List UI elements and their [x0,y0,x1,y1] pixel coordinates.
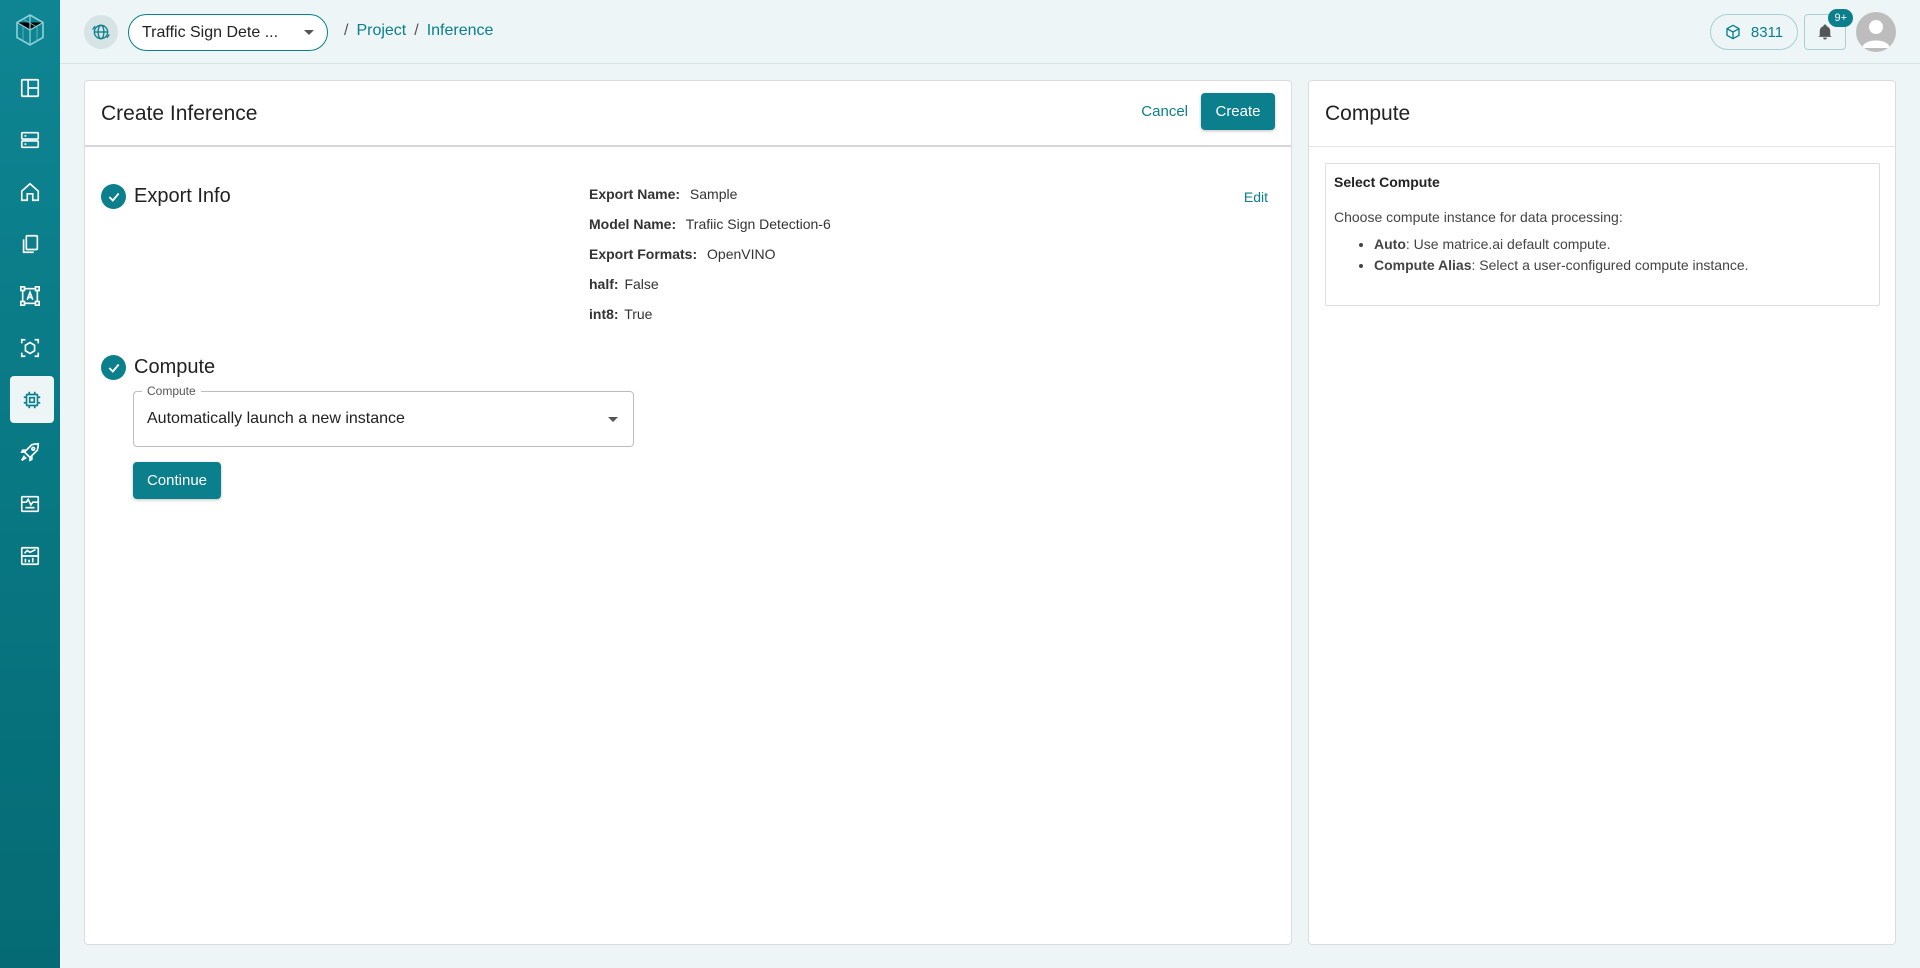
help-list: Auto: Use matrice.ai default compute. Co… [1374,236,1871,273]
sidebar-item-storage[interactable] [8,116,52,163]
chevron-down-icon [608,417,618,422]
breadcrumb-separator: / [414,22,419,39]
export-formats-row: Export Formats: OpenVINO [589,246,831,276]
page-title: Create Inference [101,102,258,125]
credits-count: 8311 [1750,23,1784,41]
export-info-title: Export Info [134,185,231,207]
rocket-icon [20,442,40,462]
check-circle-icon [101,355,126,380]
compute-select[interactable]: Compute Automatically launch a new insta… [133,384,634,447]
chip-icon [23,391,41,408]
model-name-row: Model Name: Trafiic Sign Detection-6 [589,216,831,246]
sidebar-item-files[interactable] [8,220,52,267]
int8-row: int8: True [589,306,831,336]
half-value: False [624,276,659,292]
sidebar-item-analytics[interactable] [8,532,52,579]
cube-icon [1726,24,1740,40]
model-name-label: Model Name: [589,216,677,232]
help-term: Auto [1374,236,1406,252]
files-icon [22,234,39,253]
list-item: Auto: Use matrice.ai default compute. [1374,236,1871,252]
export-formats-value: OpenVINO [707,246,776,262]
help-text: : Select a user-configured compute insta… [1471,257,1749,273]
project-select[interactable]: Traffic Sign Dete ... [128,14,328,51]
half-label: half: [589,276,619,292]
credits-button[interactable]: 8311 [1710,14,1798,50]
sidebar-item-home[interactable] [8,168,52,215]
app-logo-icon[interactable] [14,14,46,46]
sidebar-item-models[interactable] [8,324,52,371]
dashboard-icon [20,78,40,97]
project-globe-icon[interactable] [84,15,118,49]
cancel-button[interactable]: Cancel [1141,103,1188,120]
analytics-icon [20,546,40,565]
avatar[interactable] [1856,12,1896,52]
compute-step: Compute [101,355,215,380]
help-text: : Use matrice.ai default compute. [1405,236,1611,252]
monitor-icon [20,495,40,512]
help-box: Select Compute Choose compute instance f… [1325,163,1880,306]
edit-export-link[interactable]: Edit [1244,189,1268,205]
export-formats-label: Export Formats: [589,246,698,262]
compute-field-label: Compute [142,384,201,398]
sidebar-item-annotation[interactable] [8,272,52,319]
breadcrumb: / Project / Inference [336,22,493,40]
help-description: Choose compute instance for data process… [1334,209,1623,225]
notifications-button[interactable]: 9+ [1804,9,1853,50]
top-header: Traffic Sign Dete ... / Project / Infere… [60,0,1920,64]
compute-field-value: Automatically launch a new instance [147,410,405,427]
sidebar [0,0,60,968]
half-row: half: False [589,276,831,306]
sidebar-item-monitoring[interactable] [8,480,52,527]
check-circle-icon [101,184,126,209]
compute-help-panel: Compute Select Compute Choose compute in… [1308,80,1896,945]
export-name-label: Export Name: [589,186,681,202]
model-name-value: Trafiic Sign Detection-6 [685,216,831,232]
export-name-row: Export Name: Sample [589,186,831,216]
sidebar-item-dashboard[interactable] [8,64,52,111]
sidebar-item-inference[interactable] [10,376,54,423]
chevron-down-icon [304,30,314,35]
help-title: Select Compute [1334,174,1440,190]
project-select-value: Traffic Sign Dete ... [142,23,279,41]
export-info-step: Export Info [101,184,231,209]
compute-step-title: Compute [134,356,216,378]
bell-icon [1818,24,1832,40]
panel-header: Create Inference Cancel Create [85,81,1291,147]
breadcrumb-project-link[interactable]: Project [356,22,406,40]
model-icon [20,338,40,357]
sidebar-item-deploy[interactable] [8,428,52,475]
breadcrumb-inference-link[interactable]: Inference [427,22,494,40]
notification-badge: 9+ [1828,9,1853,27]
create-button[interactable]: Create [1201,93,1275,130]
create-inference-panel: Create Inference Cancel Create Export In… [84,80,1292,945]
export-info-details: Export Name: Sample Model Name: Trafiic … [589,186,831,336]
export-name-value: Sample [689,186,738,202]
side-panel-header: Compute [1309,81,1895,147]
int8-label: int8: [589,306,619,322]
help-term: Compute Alias [1374,257,1472,273]
continue-button[interactable]: Continue [133,462,221,499]
storage-icon [20,131,40,148]
home-icon [20,182,40,201]
annotation-icon [20,285,40,306]
list-item: Compute Alias: Select a user-configured … [1374,257,1871,273]
side-panel-title: Compute [1325,102,1411,125]
int8-value: True [624,306,653,322]
breadcrumb-separator: / [344,22,349,39]
